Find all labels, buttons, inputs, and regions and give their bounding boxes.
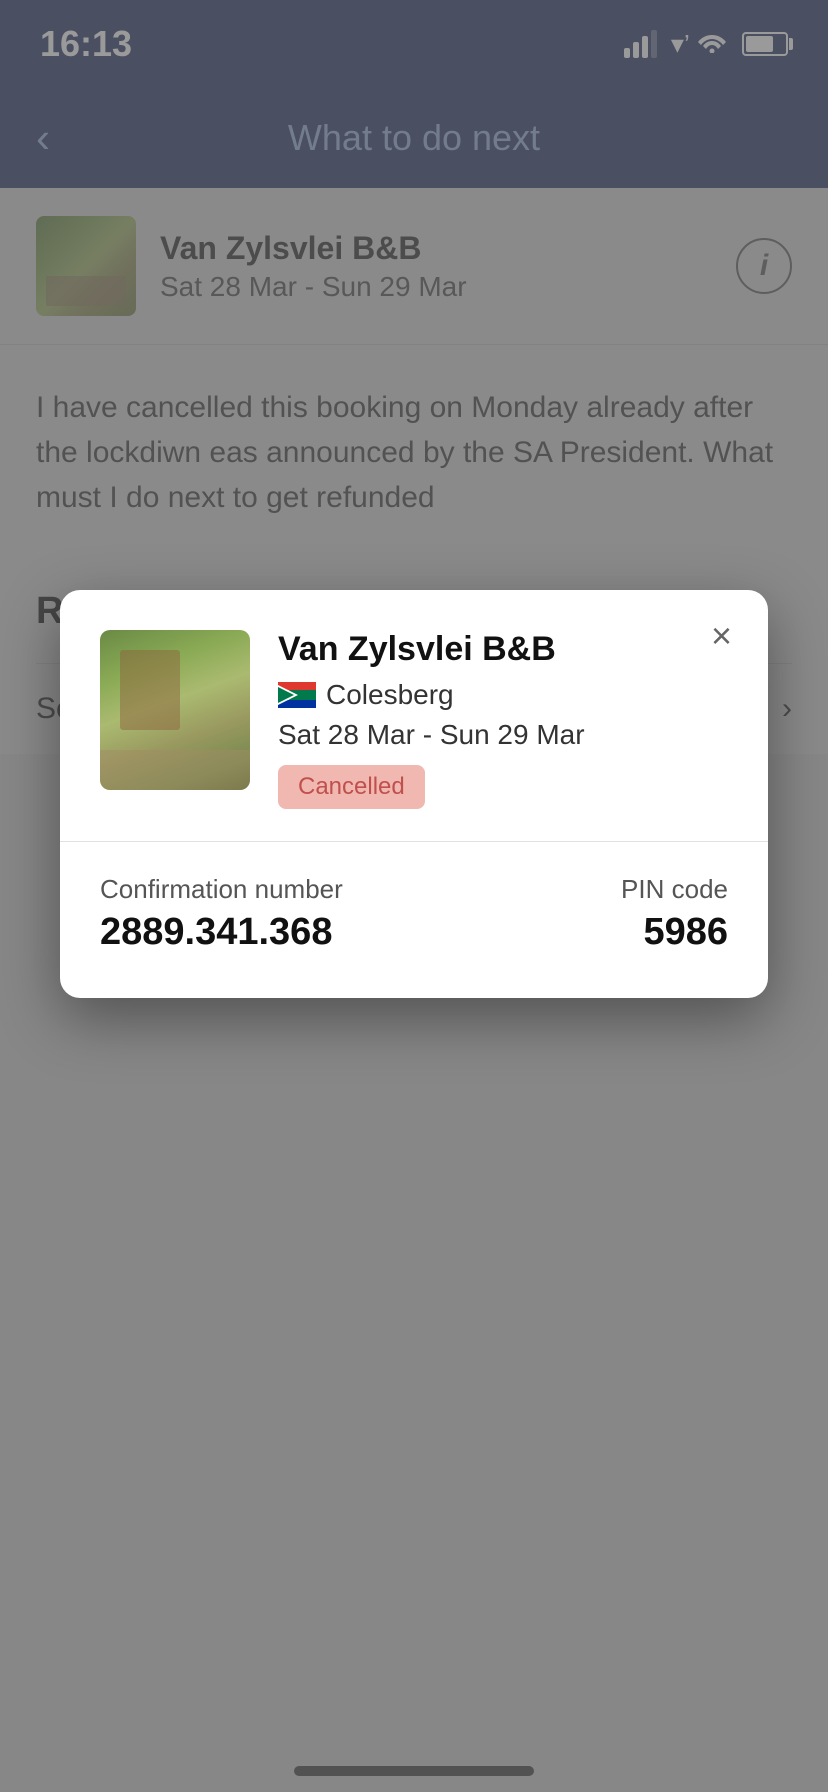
modal-city: Colesberg — [326, 679, 454, 711]
modal-header: Van Zylsvlei B&B Colesberg Sat 28 Mar - … — [100, 630, 728, 809]
booking-modal: × Van Zylsvlei B&B Colesberg Sat 28 — [60, 590, 768, 998]
modal-location: Colesberg — [278, 679, 728, 711]
modal-codes: Confirmation number 2889.341.368 PIN cod… — [100, 874, 728, 954]
close-button[interactable]: × — [711, 618, 732, 654]
sa-flag-icon — [278, 682, 316, 708]
modal-thumbnail — [100, 630, 250, 790]
pin-code: 5986 — [621, 911, 728, 954]
confirmation-label: Confirmation number — [100, 874, 343, 905]
modal-divider — [60, 841, 768, 842]
modal-info: Van Zylsvlei B&B Colesberg Sat 28 Mar - … — [278, 630, 728, 809]
confirmation-number: 2889.341.368 — [100, 911, 343, 954]
pin-label: PIN code — [621, 874, 728, 905]
status-badge: Cancelled — [278, 765, 425, 809]
modal-thumb-image — [100, 630, 250, 790]
modal-dates: Sat 28 Mar - Sun 29 Mar — [278, 719, 728, 751]
pin-block: PIN code 5986 — [621, 874, 728, 954]
confirmation-block: Confirmation number 2889.341.368 — [100, 874, 343, 954]
modal-property-name: Van Zylsvlei B&B — [278, 630, 728, 669]
